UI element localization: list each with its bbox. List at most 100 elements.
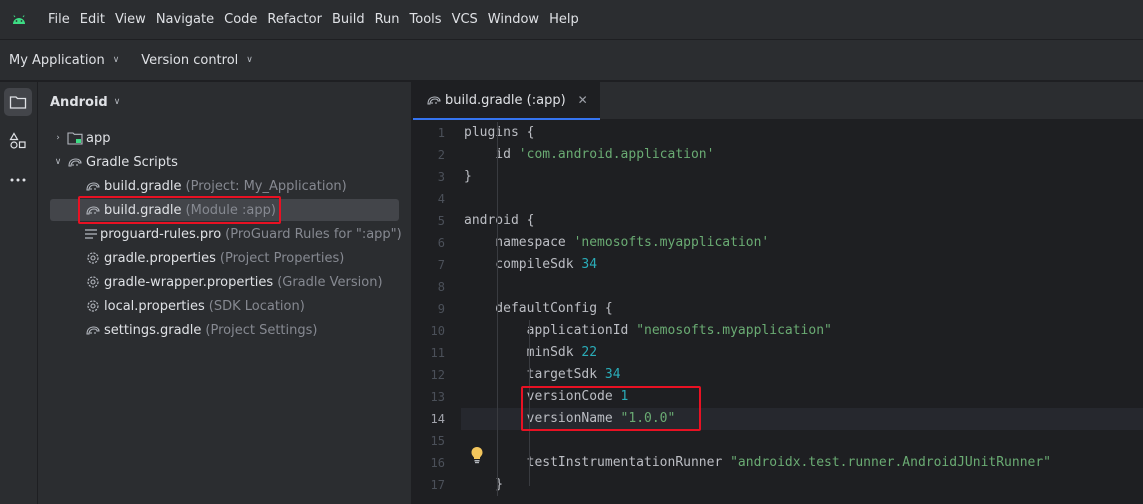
line-number: 13 [430, 390, 445, 404]
code-line: versionName "1.0.0" [461, 408, 1143, 430]
line-number: 9 [437, 302, 445, 316]
menu-vcs[interactable]: VCS [447, 0, 483, 39]
line-number: 12 [430, 368, 445, 382]
menu-code[interactable]: Code [219, 0, 262, 39]
editor-tab-build-gradle-app[interactable]: build.gradle (:app) ✕ [413, 82, 600, 120]
chevron-down-icon: ∨ [113, 97, 121, 107]
line-number: 8 [437, 280, 445, 294]
tree-item-label: gradle.properties [104, 250, 216, 266]
menu-tools[interactable]: Tools [405, 0, 447, 39]
version-control-widget[interactable]: Version control ∨ [132, 39, 262, 81]
tree-item-hint: (ProGuard Rules for ":app") [225, 226, 402, 242]
line-number: 17 [430, 478, 445, 492]
tree-item-settings-gradle[interactable]: settings.gradle (Project Settings) [50, 319, 399, 341]
gradle-elephant-icon [84, 322, 102, 338]
main-toolbar: My Application ∨ Version control ∨ [0, 39, 1143, 81]
chevron-right-icon[interactable]: › [50, 133, 66, 143]
tree-item-hint: (Project: My_Application) [185, 178, 347, 194]
tree-item-label: proguard-rules.pro [100, 226, 222, 242]
line-number: 15 [430, 434, 445, 448]
code-line: targetSdk 34 [464, 367, 621, 382]
tree-item-label: app [86, 130, 111, 146]
menu-window[interactable]: Window [483, 0, 544, 39]
project-view-selector[interactable]: Android ∨ [50, 92, 120, 112]
line-number: 6 [437, 236, 445, 250]
tree-item-gradle-wrapper-properties[interactable]: gradle-wrapper.properties (Gradle Versio… [50, 271, 399, 293]
menu-run[interactable]: Run [370, 0, 405, 39]
code-line: } [464, 169, 472, 184]
gear-icon [84, 274, 102, 290]
line-number: 14 [430, 412, 445, 426]
tree-item-label: Gradle Scripts [86, 154, 178, 170]
project-tool-window: Android ∨ › app ∨ Gradle Scripts build.g… [38, 82, 412, 504]
lightbulb-icon[interactable] [470, 446, 486, 464]
tree-item-proguard-rules[interactable]: proguard-rules.pro (ProGuard Rules for "… [50, 223, 402, 245]
gradle-elephant-icon [66, 154, 84, 170]
line-number: 2 [437, 148, 445, 162]
shapes-icon[interactable] [4, 127, 32, 155]
tool-window-strip [0, 82, 38, 504]
tree-item-build-gradle-project[interactable]: build.gradle (Project: My_Application) [50, 175, 399, 197]
line-number: 4 [437, 192, 445, 206]
code-line: defaultConfig { [464, 301, 613, 316]
gear-icon [84, 250, 102, 266]
tree-item-label: local.properties [104, 298, 205, 314]
gradle-elephant-icon [84, 178, 102, 194]
tree-item-label: build.gradle [104, 178, 182, 194]
tree-item-hint: (Project Settings) [205, 322, 318, 338]
menu-help[interactable]: Help [544, 0, 584, 39]
line-number: 1 [437, 126, 445, 140]
chevron-down-icon: ∨ [246, 55, 253, 65]
editor: build.gradle (:app) ✕ 1 2 3 4 5 6 7 8 9 10 11 12 13 1… [413, 82, 1143, 504]
menu-navigate[interactable]: Navigate [151, 0, 219, 39]
chevron-down-icon: ∨ [112, 55, 120, 65]
code-line: android { [464, 213, 535, 228]
code-line: } [464, 477, 504, 492]
menu-edit[interactable]: Edit [75, 0, 110, 39]
line-number: 5 [437, 214, 445, 228]
tree-item-hint: (Module :app) [185, 202, 276, 218]
code-area[interactable]: plugins { id 'com.android.application'} a… [461, 122, 1143, 504]
code-line: testInstrumentationRunner "androidx.test… [464, 455, 1052, 470]
module-folder-icon [66, 130, 84, 146]
tab-label: build.gradle (:app) [445, 92, 566, 108]
code-line: applicationId "nemosofts.myapplication" [464, 323, 832, 338]
line-number: 11 [430, 346, 445, 360]
project-switcher[interactable]: My Application ∨ [0, 39, 128, 81]
menu-build[interactable]: Build [327, 0, 370, 39]
close-icon[interactable]: ✕ [578, 93, 588, 107]
gradle-elephant-icon [425, 92, 443, 108]
code-line: id 'com.android.application' [464, 147, 715, 162]
more-icon[interactable] [4, 166, 32, 194]
line-number: 10 [430, 324, 445, 338]
tree-item-app[interactable]: › app [50, 127, 399, 149]
tree-item-hint: (Gradle Version) [277, 274, 383, 290]
chevron-down-icon[interactable]: ∨ [50, 157, 66, 167]
editor-tab-bar: build.gradle (:app) ✕ [413, 82, 1143, 120]
gradle-elephant-icon [84, 202, 102, 218]
gear-icon [84, 298, 102, 314]
line-number: 3 [437, 170, 445, 184]
code-line: namespace 'nemosofts.myapplication' [464, 235, 770, 250]
project-name: My Application [9, 52, 105, 68]
indent-guide [529, 320, 530, 486]
tree-item-hint: (Project Properties) [219, 250, 345, 266]
menu-refactor[interactable]: Refactor [262, 0, 327, 39]
tree-item-label: settings.gradle [104, 322, 202, 338]
line-number: 7 [437, 258, 445, 272]
tree-item-build-gradle-module[interactable]: build.gradle (Module :app) [50, 199, 399, 221]
tree-item-gradle-properties[interactable]: gradle.properties (Project Properties) [50, 247, 399, 269]
code-line: compileSdk 34 [464, 257, 598, 272]
menu-file[interactable]: File [43, 0, 75, 39]
tree-item-local-properties[interactable]: local.properties (SDK Location) [50, 295, 399, 317]
menu-bar: File Edit View Navigate Code Refactor Bu… [0, 0, 1143, 39]
tree-item-gradle-scripts[interactable]: ∨ Gradle Scripts [50, 151, 399, 173]
folder-icon[interactable] [4, 88, 32, 116]
line-number: 16 [430, 456, 445, 470]
project-view-label: Android [50, 94, 108, 110]
code-line: versionCode 1 [464, 389, 629, 404]
menu-view[interactable]: View [110, 0, 151, 39]
android-icon[interactable] [0, 0, 38, 39]
